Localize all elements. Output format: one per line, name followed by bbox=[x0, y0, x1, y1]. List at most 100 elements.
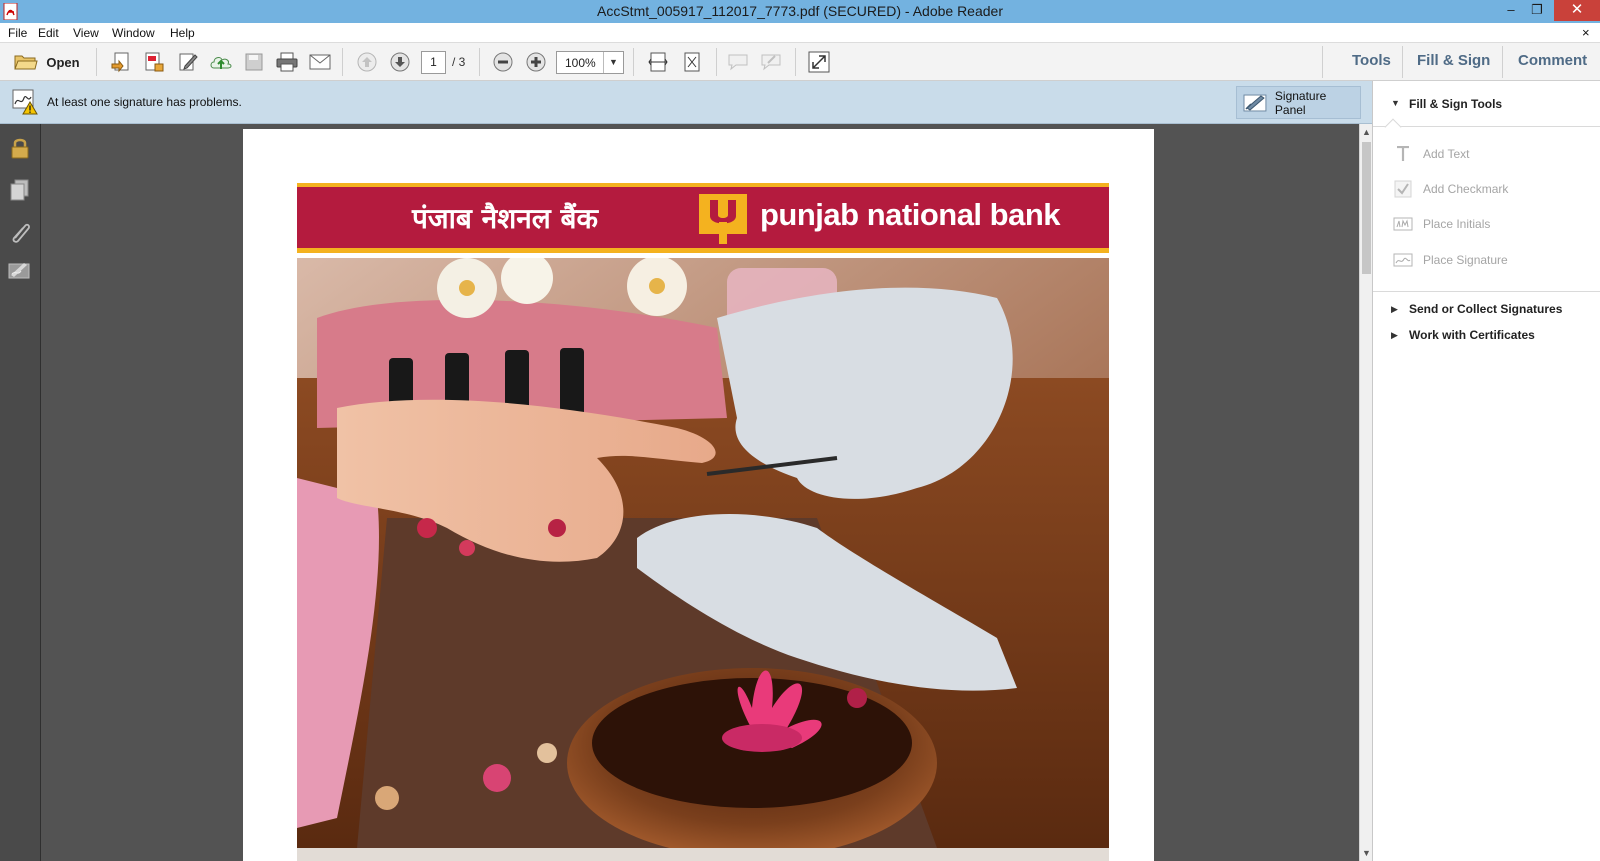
scroll-up-arrow-icon[interactable]: ▲ bbox=[1362, 127, 1371, 137]
close-window-button[interactable]: ✕ bbox=[1554, 0, 1600, 21]
zoom-out-button[interactable] bbox=[490, 48, 516, 76]
export-pdf-button[interactable] bbox=[141, 48, 167, 76]
tab-comment[interactable]: Comment bbox=[1518, 52, 1587, 69]
arrow-up-circle-icon bbox=[357, 52, 377, 72]
scroll-down-arrow-icon[interactable]: ▼ bbox=[1362, 848, 1371, 858]
add-checkmark-label: Add Checkmark bbox=[1423, 182, 1509, 196]
checkmark-icon bbox=[1393, 180, 1413, 198]
signature-panel-label: Signature Panel bbox=[1274, 88, 1327, 117]
chevron-down-icon[interactable]: ▼ bbox=[603, 52, 623, 73]
close-document-button[interactable]: × bbox=[1582, 25, 1590, 40]
print-button[interactable] bbox=[274, 48, 300, 76]
scrollbar-thumb[interactable] bbox=[1362, 142, 1371, 274]
place-initials-tool[interactable]: Place Initials bbox=[1393, 214, 1490, 234]
fit-page-icon bbox=[684, 52, 700, 72]
menu-view[interactable]: View bbox=[73, 26, 99, 40]
pane-divider bbox=[1373, 291, 1600, 292]
save-button[interactable] bbox=[241, 48, 267, 76]
restore-button[interactable]: ❐ bbox=[1524, 0, 1550, 21]
tab-tools[interactable]: Tools bbox=[1352, 52, 1391, 69]
fit-page-button[interactable] bbox=[679, 48, 705, 76]
document-scrollbar[interactable]: ▲ ▼ bbox=[1359, 124, 1372, 861]
printer-icon bbox=[276, 52, 298, 72]
add-checkmark-tool[interactable]: Add Checkmark bbox=[1393, 179, 1508, 199]
expand-icon bbox=[808, 51, 830, 73]
open-label: Open bbox=[46, 54, 80, 70]
collapsed-triangle-icon: ▶ bbox=[1391, 303, 1398, 314]
fit-width-button[interactable] bbox=[645, 48, 671, 76]
toolbar-divider bbox=[342, 48, 343, 76]
page-footer-strip bbox=[297, 848, 1109, 861]
add-text-label: Add Text bbox=[1423, 147, 1470, 161]
pnb-logo-icon bbox=[699, 194, 747, 244]
toolbar-divider bbox=[479, 48, 480, 76]
manicure-promo-photo bbox=[297, 258, 1109, 848]
zoom-value: 100% bbox=[565, 56, 596, 70]
toolbar-divider bbox=[1502, 46, 1503, 78]
main-toolbar: Open 1 / 3 100% ▼ Tools Fill & Sign Comm… bbox=[0, 43, 1600, 81]
page-number-input[interactable]: 1 bbox=[421, 51, 446, 74]
signature-pen-icon bbox=[1243, 94, 1267, 111]
email-button[interactable] bbox=[307, 48, 333, 76]
create-pdf-button[interactable] bbox=[108, 48, 134, 76]
floppy-disk-icon bbox=[245, 53, 263, 71]
collapsed-triangle-icon: ▶ bbox=[1391, 329, 1398, 340]
menu-edit[interactable]: Edit bbox=[38, 26, 59, 40]
paperclip-icon[interactable] bbox=[8, 220, 32, 244]
toolbar-divider bbox=[1322, 46, 1323, 78]
highlight-comment-icon bbox=[761, 54, 781, 71]
add-text-tool[interactable]: Add Text bbox=[1393, 144, 1469, 164]
cloud-upload-icon bbox=[210, 57, 232, 69]
send-collect-signatures-label: Send or Collect Signatures bbox=[1409, 302, 1563, 316]
zoom-level-select[interactable]: 100% ▼ bbox=[556, 51, 624, 74]
work-with-certificates-label: Work with Certificates bbox=[1409, 328, 1535, 342]
send-collect-signatures-section[interactable]: ▶ Send or Collect Signatures bbox=[1391, 302, 1562, 316]
place-signature-label: Place Signature bbox=[1423, 253, 1508, 267]
full-screen-button[interactable] bbox=[806, 48, 832, 76]
menu-window[interactable]: Window bbox=[112, 26, 155, 40]
tab-fill-and-sign[interactable]: Fill & Sign bbox=[1417, 52, 1490, 69]
pdf-export-icon bbox=[145, 52, 164, 72]
work-with-certificates-section[interactable]: ▶ Work with Certificates bbox=[1391, 328, 1535, 342]
signature-panel-button[interactable]: Signature Panel bbox=[1236, 86, 1361, 119]
toolbar-divider bbox=[795, 48, 796, 76]
highlight-button[interactable] bbox=[758, 48, 784, 76]
pages-icon[interactable] bbox=[8, 178, 32, 202]
menu-help[interactable]: Help bbox=[170, 26, 195, 40]
minimize-button[interactable]: – bbox=[1498, 0, 1524, 21]
lock-icon[interactable] bbox=[8, 136, 32, 160]
menu-file[interactable]: File bbox=[8, 26, 27, 40]
signature-icon bbox=[1393, 251, 1413, 269]
create-pdf-icon bbox=[111, 52, 129, 73]
left-navigation-pane bbox=[0, 124, 41, 861]
fill-and-sign-pane: ▼ Fill & Sign Tools Add Text Add Checkma… bbox=[1372, 81, 1600, 861]
next-page-button[interactable] bbox=[387, 48, 413, 76]
envelope-icon bbox=[309, 54, 331, 70]
fill-sign-tools-header[interactable]: ▼ Fill & Sign Tools bbox=[1373, 81, 1600, 127]
bank-banner: पंजाब नैशनल बैंक punjab national bank bbox=[297, 183, 1109, 253]
toolbar-divider bbox=[96, 48, 97, 76]
edit-document-icon bbox=[179, 53, 198, 71]
signatures-icon[interactable] bbox=[8, 260, 32, 284]
open-button[interactable]: Open bbox=[8, 48, 86, 76]
document-view[interactable]: पंजाब नैशनल बैंक punjab national bank bbox=[41, 124, 1359, 861]
edit-pdf-button[interactable] bbox=[175, 48, 201, 76]
toolbar-divider bbox=[633, 48, 634, 76]
signature-warning-icon bbox=[12, 89, 38, 115]
bank-name-english: punjab national bank bbox=[760, 197, 1061, 232]
upload-button[interactable] bbox=[208, 48, 234, 76]
sticky-note-button[interactable] bbox=[725, 48, 751, 76]
zoom-in-button[interactable] bbox=[523, 48, 549, 76]
previous-page-button[interactable] bbox=[354, 48, 380, 76]
place-initials-label: Place Initials bbox=[1423, 217, 1491, 231]
zoom-out-icon bbox=[493, 52, 513, 72]
signature-message-bar: At least one signature has problems. Sig… bbox=[0, 81, 1372, 124]
arrow-down-circle-icon bbox=[390, 52, 410, 72]
signature-problem-message: At least one signature has problems. bbox=[47, 95, 242, 109]
folder-icon bbox=[14, 55, 39, 70]
menu-bar: File Edit View Window Help × bbox=[0, 23, 1600, 43]
initials-icon bbox=[1393, 215, 1413, 233]
fill-sign-tools-title: Fill & Sign Tools bbox=[1409, 97, 1503, 111]
place-signature-tool[interactable]: Place Signature bbox=[1393, 250, 1508, 270]
fit-width-icon bbox=[648, 52, 668, 72]
